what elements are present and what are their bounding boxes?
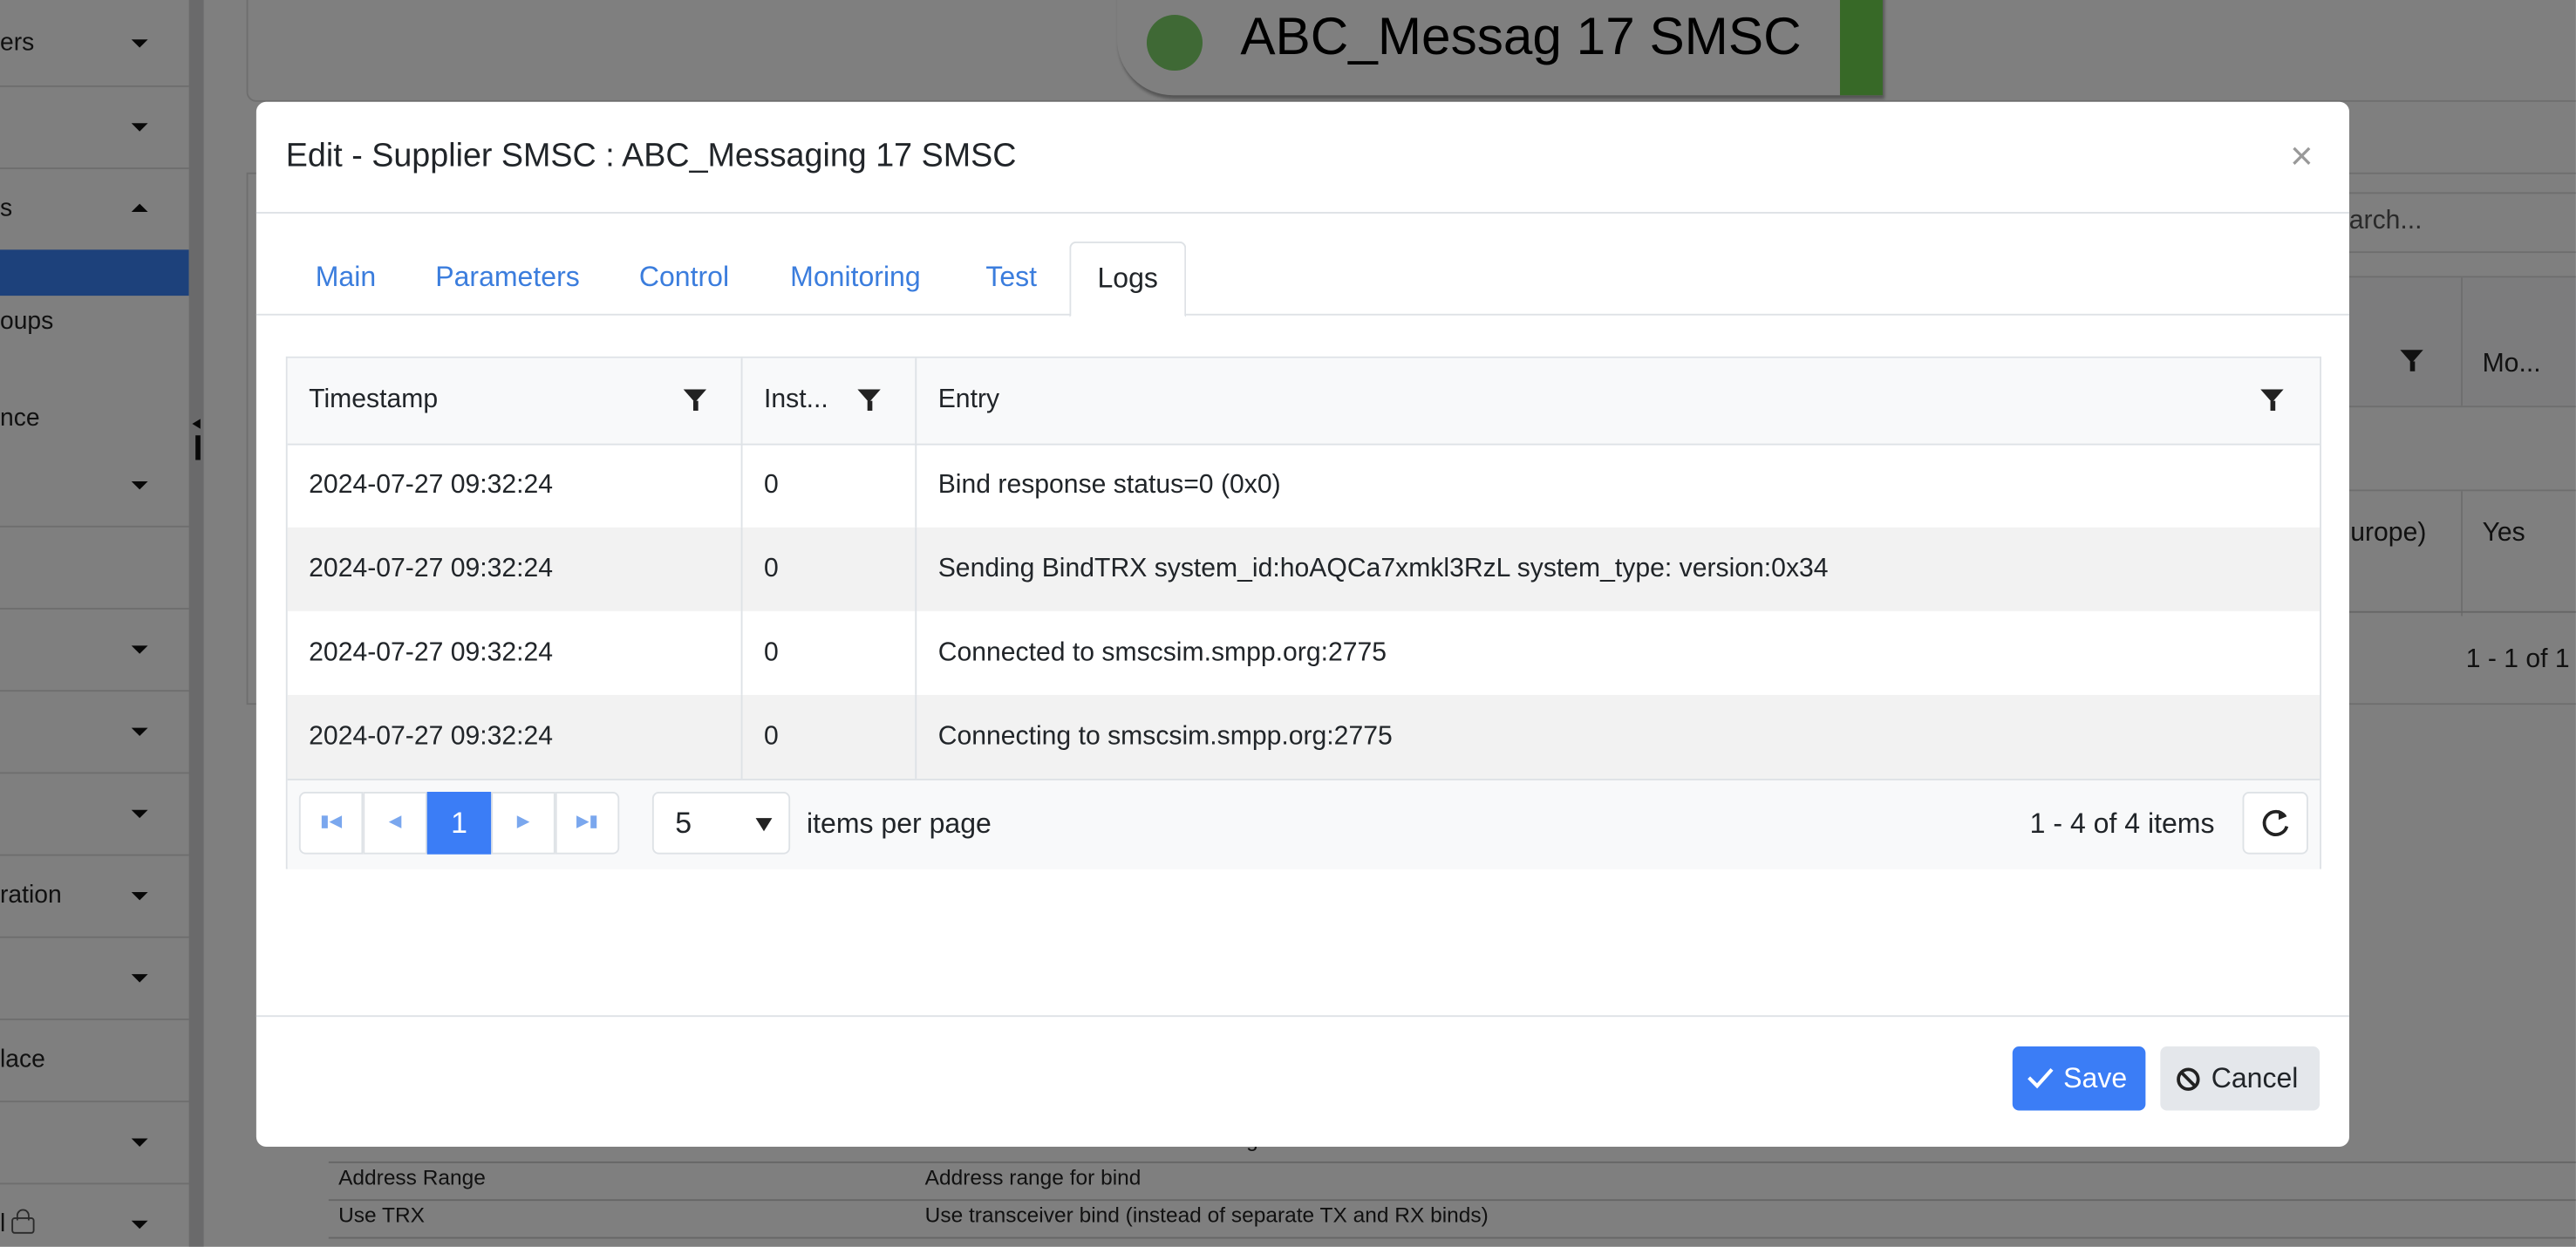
tab-logs[interactable]: Logs xyxy=(1069,241,1186,317)
cell-entry: Connected to smscsim.smpp.org:2775 xyxy=(937,638,1387,667)
cell-instance: 0 xyxy=(743,527,917,611)
edit-smsc-modal: Edit - Supplier SMSC : ABC_Messaging 17 … xyxy=(256,101,2349,1147)
tab-main[interactable]: Main xyxy=(316,242,376,314)
ban-icon xyxy=(2177,1067,2200,1091)
cell-entry: Bind response status=0 (0x0) xyxy=(937,471,1281,500)
page-size-select[interactable]: 5 xyxy=(651,792,791,855)
table-row[interactable]: 2024-07-27 09:32:24 0 Sending BindTRX syst… xyxy=(287,527,2320,611)
save-label: Save xyxy=(2063,1062,2128,1094)
prev-page-icon[interactable]: ◀ xyxy=(363,792,427,855)
table-row[interactable]: 2024-07-27 09:32:24 0 Connecting to smscsi… xyxy=(287,694,2320,779)
column-label: Entry xyxy=(937,385,1000,414)
tab-test[interactable]: Test xyxy=(985,242,1037,314)
cell-timestamp: 2024-07-27 09:32:24 xyxy=(288,694,743,779)
check-icon xyxy=(2027,1068,2054,1089)
filter-icon[interactable] xyxy=(2260,389,2284,411)
column-label: Inst... xyxy=(764,385,828,414)
column-label: Timestamp xyxy=(309,385,439,414)
close-icon[interactable]: × xyxy=(2290,134,2313,181)
page-size-value: 5 xyxy=(675,806,692,840)
pager-info: 1 - 4 of 4 items xyxy=(2029,807,2215,840)
cell-entry: Connecting to smscsim.smpp.org:2775 xyxy=(937,722,1393,751)
logs-grid: Timestamp Inst... Entry 2024-07-27 09:32… xyxy=(285,356,2321,869)
tab-parameters[interactable]: Parameters xyxy=(435,242,580,314)
page-button-current[interactable]: 1 xyxy=(426,792,492,855)
cell-entry: Sending BindTRX system_id:hoAQCa7xmkl3Rz… xyxy=(937,555,1829,583)
items-per-page-label: items per page xyxy=(806,807,992,840)
modal-title: Edit - Supplier SMSC : ABC_Messaging 17 … xyxy=(285,138,1017,174)
table-row[interactable]: 2024-07-27 09:32:24 0 Bind response status… xyxy=(288,443,2320,528)
filter-icon[interactable] xyxy=(857,389,881,411)
cancel-label: Cancel xyxy=(2211,1062,2299,1094)
tab-control[interactable]: Control xyxy=(639,242,729,314)
cell-timestamp: 2024-07-27 09:32:24 xyxy=(288,443,743,528)
refresh-button[interactable] xyxy=(2242,792,2308,855)
grid-pager: ▮◀ ◀ 1 ▶ ▶▮ 5 items per page 1 - 4 of 4 … xyxy=(287,778,2320,869)
screen: erssrationlaceloupsnce ABC_Messag 17 SMS… xyxy=(0,0,2576,1247)
table-row[interactable]: 2024-07-27 09:32:24 0 Connected to smscsim… xyxy=(288,610,2320,695)
cell-instance: 0 xyxy=(743,443,917,528)
cell-instance: 0 xyxy=(743,610,917,695)
column-header-timestamp[interactable]: Timestamp xyxy=(288,358,743,444)
last-page-icon[interactable]: ▶▮ xyxy=(555,792,620,855)
column-header-entry[interactable]: Entry xyxy=(917,358,2320,444)
cell-timestamp: 2024-07-27 09:32:24 xyxy=(288,527,743,611)
next-page-icon[interactable]: ▶ xyxy=(491,792,555,855)
refresh-icon xyxy=(2262,809,2289,836)
first-page-icon[interactable]: ▮◀ xyxy=(298,792,364,855)
tab-monitoring[interactable]: Monitoring xyxy=(790,242,921,314)
column-header-instance[interactable]: Inst... xyxy=(743,358,917,444)
filter-icon[interactable] xyxy=(683,389,707,411)
grid-header: Timestamp Inst... Entry xyxy=(287,358,2320,446)
save-button[interactable]: Save xyxy=(2012,1046,2146,1111)
cancel-button[interactable]: Cancel xyxy=(2160,1046,2320,1111)
cell-timestamp: 2024-07-27 09:32:24 xyxy=(288,610,743,695)
chevron-down-icon xyxy=(755,818,773,832)
cell-instance: 0 xyxy=(743,694,917,779)
